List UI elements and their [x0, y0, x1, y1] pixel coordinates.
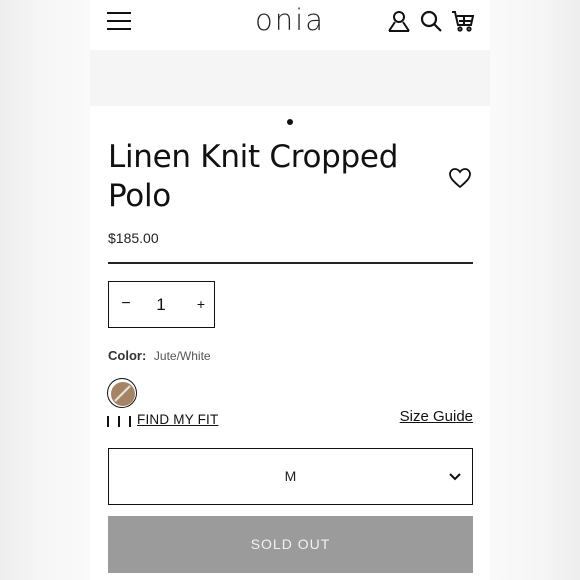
cart-icon[interactable] — [451, 9, 475, 33]
search-icon[interactable] — [419, 9, 443, 33]
product-title: Linen Knit Cropped Polo — [108, 139, 399, 214]
color-label: Color: — [108, 348, 147, 363]
carousel-dot[interactable] — [287, 119, 293, 125]
quantity-increase-button[interactable]: + — [191, 294, 211, 314]
find-my-fit-link[interactable]: FIND MY FIT — [137, 412, 218, 427]
swatch-pattern — [111, 382, 135, 406]
sold-out-button[interactable]: SOLD OUT — [108, 516, 473, 573]
size-guide-link[interactable]: Size Guide — [400, 408, 473, 425]
wishlist-heart-icon[interactable] — [448, 166, 472, 190]
product-image-band — [90, 50, 490, 106]
size-select[interactable]: M — [108, 448, 473, 505]
product-price: $185.00 — [108, 230, 159, 246]
price-divider — [108, 262, 473, 264]
chevron-down-icon — [449, 473, 461, 481]
fit-bars-icon — [107, 414, 140, 427]
color-swatch-jute-white[interactable] — [107, 378, 137, 408]
size-selected-value: M — [284, 468, 297, 484]
color-value: Jute/White — [153, 349, 211, 363]
account-icon[interactable] — [387, 9, 411, 33]
color-row: Color: Jute/White — [108, 348, 211, 363]
quantity-stepper: − 1 + — [108, 281, 215, 328]
quantity-decrease-button[interactable]: − — [116, 294, 136, 314]
quantity-value[interactable]: 1 — [151, 295, 171, 315]
site-header: onia — [90, 0, 490, 50]
product-page: onia Linen Knit Cropped Polo $185.00 − 1… — [90, 0, 490, 580]
